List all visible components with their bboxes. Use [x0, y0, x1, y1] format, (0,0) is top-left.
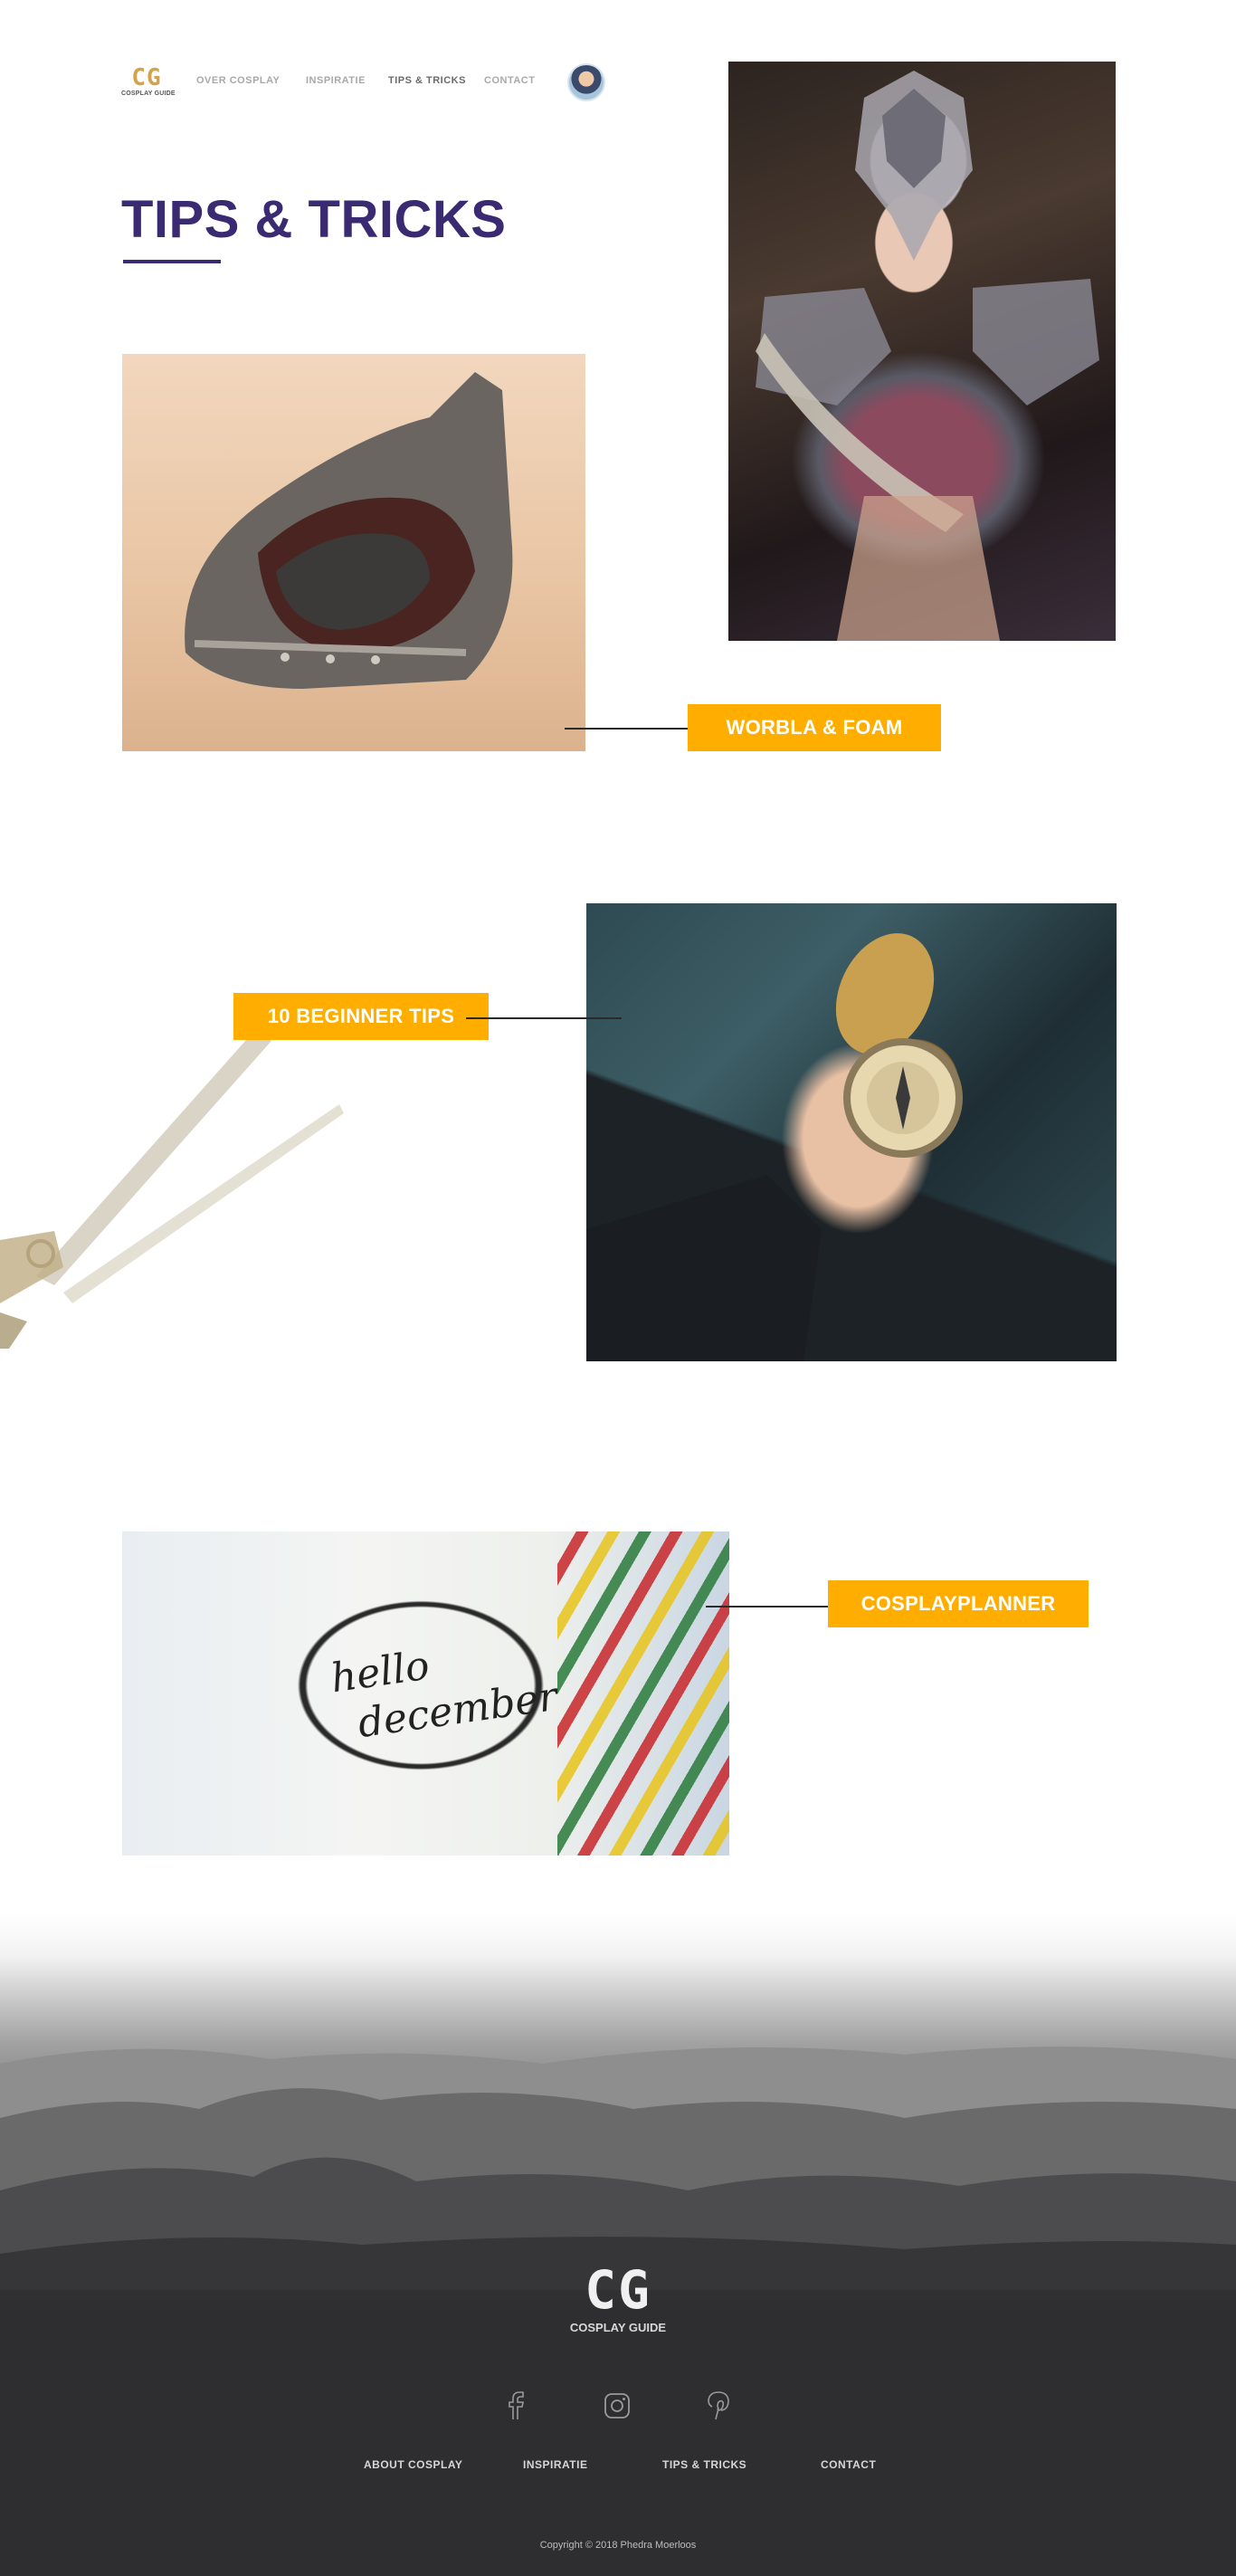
footer-logo-text: COSPLAY GUIDE [569, 2321, 667, 2334]
nav-inspiratie[interactable]: INSPIRATIE [306, 75, 366, 86]
connector-line [466, 1017, 622, 1019]
nav-contact[interactable]: CONTACT [484, 75, 535, 86]
footer-nav-contact[interactable]: CONTACT [821, 2458, 876, 2471]
compass-photo-art [586, 933, 963, 1361]
cosplay-warrior-photo [728, 62, 1116, 641]
facebook-icon[interactable] [497, 2388, 533, 2424]
markers-image [557, 1531, 729, 1856]
footer-nav-tips-tricks[interactable]: TIPS & TRICKS [662, 2458, 746, 2471]
instagram-icon[interactable] [599, 2388, 635, 2424]
cosplayplanner-link[interactable]: COSPLAYPLANNER [828, 1580, 1089, 1627]
footer-logo-mark: CG [585, 2259, 651, 2321]
compass-photo[interactable] [586, 903, 1117, 1361]
footer: CG COSPLAY GUIDE ABOUT COSPLAY INSPIRATI… [0, 1856, 1236, 2576]
header-logo[interactable]: CG COSPLAY GUIDE [121, 64, 176, 101]
worbla-foam-link[interactable]: WORBLA & FOAM [688, 704, 941, 751]
armor-photo-art [185, 372, 513, 689]
page-title: TIPS & TRICKS [121, 190, 507, 249]
pinterest-icon[interactable] [700, 2388, 737, 2424]
footer-nav-about-cosplay[interactable]: ABOUT COSPLAY [364, 2458, 462, 2471]
journal-script: hello december [328, 1640, 561, 1748]
journal-photo[interactable]: hello december [122, 1531, 729, 1856]
nav-tips-tricks[interactable]: TIPS & TRICKS [388, 75, 466, 86]
mountains-image [0, 2046, 1236, 2290]
logo-mark: CG [131, 64, 162, 91]
armor-photo[interactable] [122, 354, 585, 751]
logo-text: COSPLAY GUIDE [121, 91, 176, 97]
avatar[interactable] [567, 63, 605, 101]
copyright-text: Copyright © 2018 Phedra Moerloos [539, 2540, 697, 2551]
title-underline [123, 260, 221, 263]
scissors-image [0, 1032, 344, 1349]
nav-over-cosplay[interactable]: OVER COSPLAY [196, 75, 280, 86]
footer-logo[interactable]: CG COSPLAY GUIDE [564, 2263, 672, 2334]
beginner-tips-link[interactable]: 10 BEGINNER TIPS [233, 993, 489, 1040]
footer-nav-inspiratie[interactable]: INSPIRATIE [523, 2458, 587, 2471]
warrior-photo-art [756, 71, 1099, 641]
